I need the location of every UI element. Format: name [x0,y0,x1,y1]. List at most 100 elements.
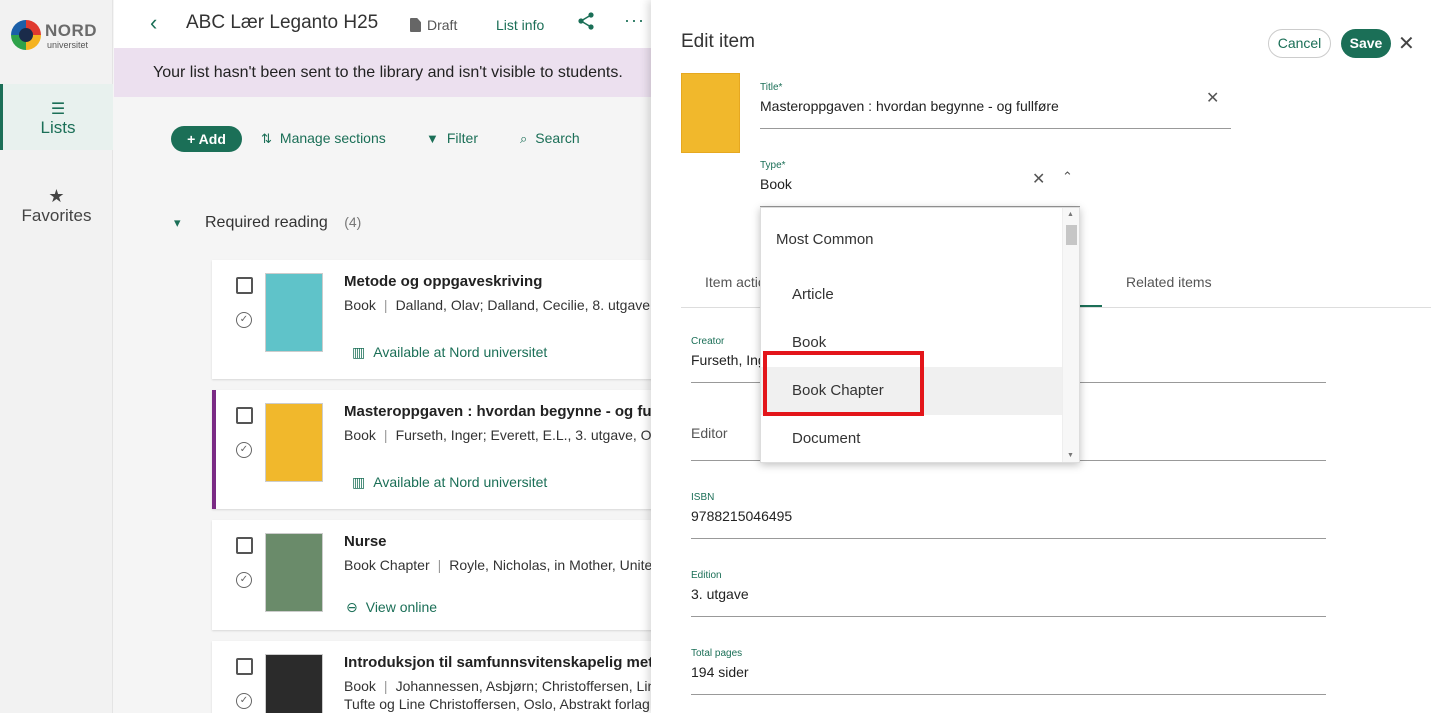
item-type: Book [344,297,376,313]
list-info-button[interactable]: List info [496,17,544,33]
availability-label: Available at Nord universitet [373,474,548,490]
annotation-highlight-box [763,351,924,416]
library-icon: ▥ [352,474,366,490]
type-field-label: Type* [760,160,786,171]
cancel-button[interactable]: Cancel [1268,29,1331,58]
book-cover [265,273,323,352]
item-title[interactable]: Metode og oppgaveskriving [344,273,542,290]
availability-link[interactable]: ▥ Available at Nord universitet [352,344,547,361]
list-icon: ☰ [50,101,66,118]
type-field[interactable]: Type* Book ✕ ⌃ [760,160,1080,207]
section-count: (4) [344,214,362,230]
type-field-value[interactable]: Book [760,176,792,192]
close-icon[interactable]: ✕ [1398,31,1415,56]
item-meta: Book Chapter | Royle, Nicholas, in Mother,… [344,557,654,573]
tab-related-items[interactable]: Related items [1126,274,1212,290]
dropdown-scrollbar[interactable]: ▲ ▼ [1062,208,1079,462]
title-field-label: Title* [760,82,783,93]
item-checkbox[interactable] [236,277,253,294]
editor-label: Editor [691,425,728,441]
list-item[interactable]: ✓ Masteroppgaven : hvordan begynne - og … [212,390,654,509]
clear-title-icon[interactable]: ✕ [1206,88,1219,108]
share-icon[interactable] [576,11,596,31]
total-pages-field[interactable]: Total pages 194 sider [691,648,1326,695]
link-icon: ⊖ [346,599,358,615]
item-title[interactable]: Introduksjon til samfunnsvitenskapelig m… [344,654,654,671]
edition-value[interactable]: 3. utgave [691,586,749,602]
item-checkbox[interactable] [236,537,253,554]
mark-done-icon[interactable]: ✓ [236,312,252,328]
panel-title: Edit item [681,31,755,52]
item-meta: Book | Dalland, Olav; Dalland, Cecilie, 8.… [344,297,651,313]
item-title[interactable]: Masteroppgaven : hvordan begynne - og fu… [344,403,654,420]
nord-logo[interactable]: NORD universitet [11,19,101,53]
title-field-value[interactable]: Masteroppgaven : hvordan begynne - og fu… [760,98,1059,114]
nav-item-favorites[interactable]: ★ Favorites [0,186,113,236]
left-nav: NORD universitet ☰ Lists ★ Favorites [0,0,113,713]
sections-icon: ⇅ [261,131,272,146]
item-title[interactable]: Nurse [344,533,387,550]
item-cover [681,73,740,153]
list-header: ‹ ABC Lær Leganto H25 Draft List info ··… [114,0,654,48]
isbn-label: ISBN [691,492,715,503]
book-cover [265,403,323,482]
creator-label: Creator [691,336,725,347]
more-options-button[interactable]: ··· [624,10,645,31]
clear-type-icon[interactable]: ✕ [1032,169,1045,189]
type-dropdown-menu[interactable]: Most Common Article Book Book Chapter Do… [760,207,1080,463]
book-cover [265,533,323,612]
item-type: Book [344,427,376,443]
isbn-field[interactable]: ISBN 9788215046495 [691,492,1326,539]
filter-icon: ▼ [426,131,439,146]
chevron-up-icon[interactable]: ⌃ [1062,169,1073,185]
option-document[interactable]: Document [761,415,1064,462]
search-button[interactable]: ⌕ Search [520,130,580,147]
total-pages-label: Total pages [691,648,743,659]
item-checkbox[interactable] [236,658,253,675]
chevron-down-icon[interactable]: ▾ [174,215,181,230]
add-button[interactable]: + Add [171,126,242,152]
draft-banner: Your list hasn't been sent to the librar… [114,48,654,97]
save-button[interactable]: Save [1341,29,1391,58]
list-item[interactable]: ✓ Metode og oppgaveskriving Book | Dalland… [212,260,654,379]
section-title: Required reading [204,214,328,231]
item-checkbox[interactable] [236,407,253,424]
total-pages-value[interactable]: 194 sider [691,664,749,680]
back-button[interactable]: ‹ [150,10,157,36]
mark-done-icon[interactable]: ✓ [236,572,252,588]
availability-label: Available at Nord universitet [373,344,548,360]
isbn-value[interactable]: 9788215046495 [691,508,792,524]
scroll-down-icon[interactable]: ▼ [1067,452,1074,459]
scrollbar-thumb[interactable] [1066,225,1077,245]
edition-field[interactable]: Edition 3. utgave [691,570,1326,617]
item-authors: Furseth, Inger; Everett, E.L., 3. utgave… [395,427,654,443]
star-icon: ★ [48,186,65,206]
mark-done-icon[interactable]: ✓ [236,442,252,458]
item-authors: Johannessen, Asbjørn; Christoffersen, Li… [395,678,654,694]
search-icon: ⌕ [520,131,528,146]
nav-lists-label: Lists [40,118,76,137]
mark-done-icon[interactable]: ✓ [236,693,252,709]
logo-word: NORD [45,21,98,40]
filter-label: Filter [446,130,478,146]
list-title: ABC Lær Leganto H25 [186,12,379,33]
item-authors: Royle, Nicholas, in Mother, United Kingd… [449,557,654,573]
item-type: Book Chapter [344,557,430,573]
list-item[interactable]: ✓ Nurse Book Chapter | Royle, Nicholas, in… [212,520,654,630]
nav-favorites-label: Favorites [21,206,92,225]
option-article[interactable]: Article [761,271,1064,319]
edition-label: Edition [691,570,722,581]
filter-button[interactable]: ▼ Filter [426,130,478,146]
scroll-up-icon[interactable]: ▲ [1067,211,1074,218]
list-item[interactable]: ✓ Introduksjon til samfunnsvitenskapelig… [212,641,654,713]
section-header[interactable]: ▾ Required reading (4) [174,214,361,232]
view-online-label: View online [365,599,438,615]
view-online-link[interactable]: ⊖ View online [346,599,437,616]
logo-mark-icon [11,20,41,50]
availability-link[interactable]: ▥ Available at Nord universitet [352,474,547,491]
nav-item-lists[interactable]: ☰ Lists [0,84,113,150]
item-meta: Book | Johannessen, Asbjørn; Christofferse… [344,678,654,694]
manage-sections-button[interactable]: ⇅ Manage sections [261,130,386,147]
title-field[interactable]: Title* Masteroppgaven : hvordan begynne … [760,82,1231,129]
list-toolbar: + Add ⇅ Manage sections ▼ Filter ⌕ Search [114,120,654,160]
